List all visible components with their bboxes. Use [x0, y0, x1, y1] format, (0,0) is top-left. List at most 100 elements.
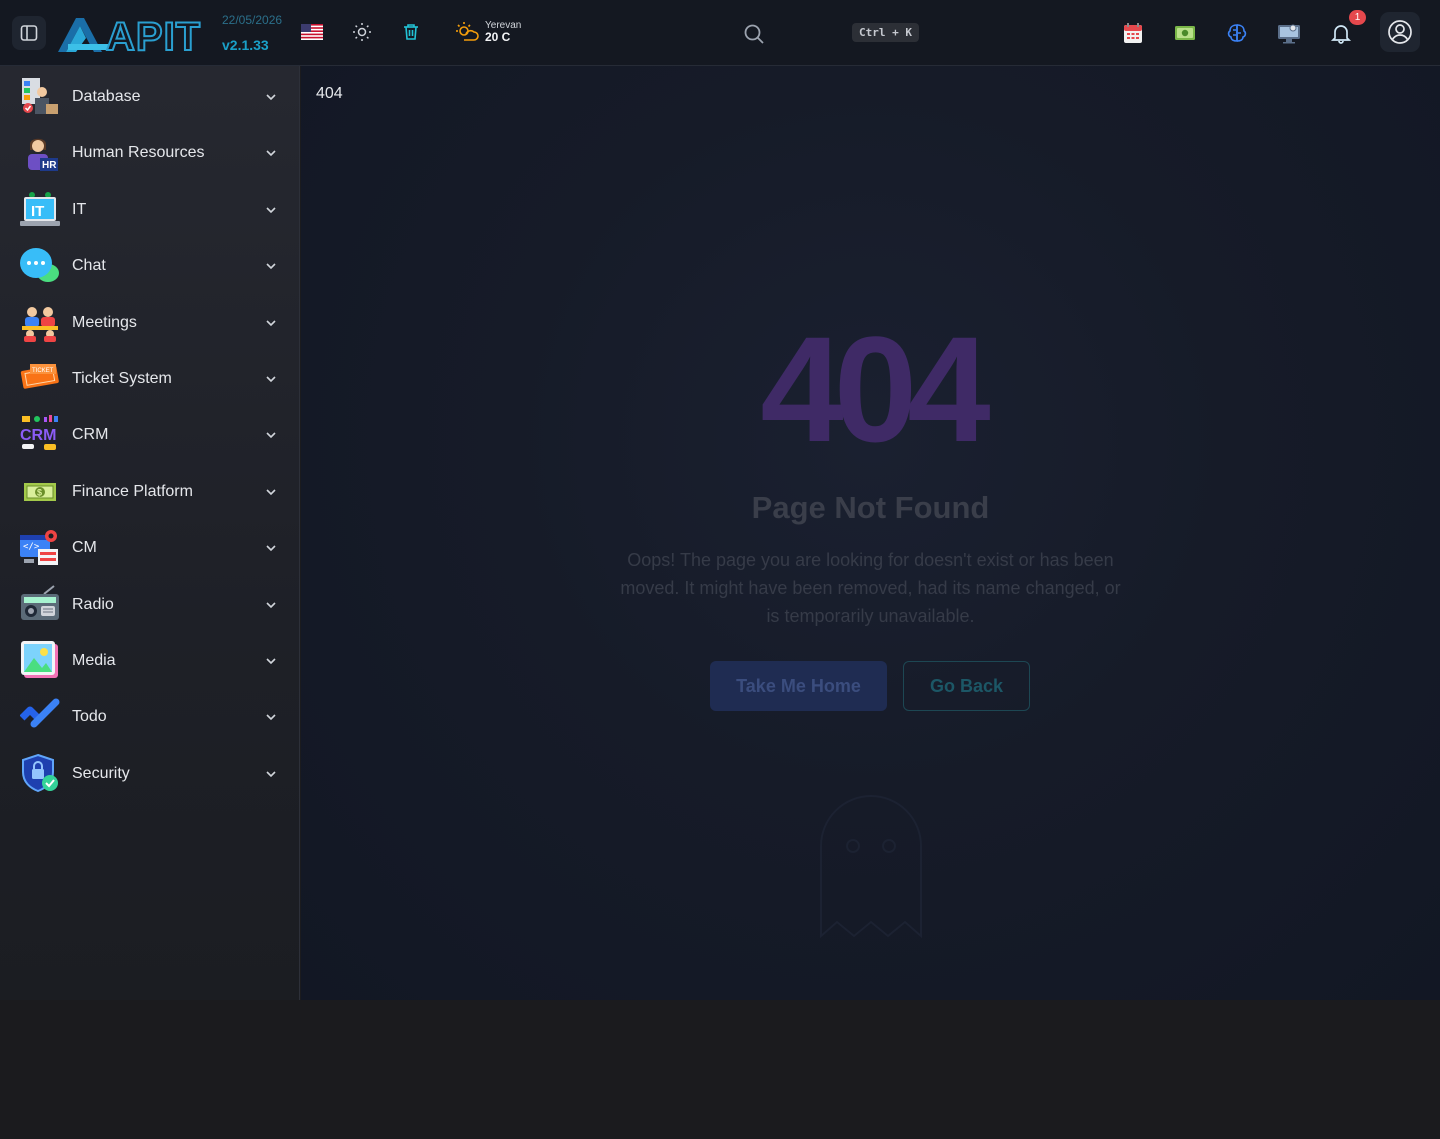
- chevron-down-icon: [266, 658, 276, 665]
- us-flag-icon: [301, 24, 323, 40]
- sidebar-item-label: Chat: [72, 257, 106, 274]
- database-icon: [20, 76, 60, 116]
- chevron-down-icon: [266, 545, 276, 552]
- svg-text:TICKET: TICKET: [32, 368, 54, 374]
- user-icon: [1388, 20, 1412, 44]
- chevron-down-icon: [266, 376, 276, 383]
- sidebar-item-label: CM: [72, 539, 97, 556]
- chevron-down-icon: [266, 94, 276, 101]
- breadcrumb: 404: [316, 85, 343, 102]
- sidebar: Database HR Human Resources IT IT Chat M…: [0, 66, 300, 1000]
- finance-icon: $: [20, 471, 60, 511]
- svg-text:$: $: [37, 488, 42, 498]
- chevron-down-icon: [266, 320, 276, 327]
- page-footer-area: [0, 1000, 1440, 1139]
- sidebar-item-label: Human Resources: [72, 144, 205, 161]
- sidebar-toggle-icon: [20, 25, 38, 41]
- top-bar: APIT 22/05/2026 v2.1.33 Yerevan 20 C Ctr…: [0, 0, 1440, 66]
- sidebar-item-todo[interactable]: Todo: [0, 688, 300, 744]
- sidebar-item-security[interactable]: Security: [0, 745, 300, 801]
- svg-text:CRM: CRM: [20, 427, 56, 444]
- svg-text:HR: HR: [42, 160, 57, 171]
- todo-icon: [20, 696, 60, 736]
- bell-icon: [1330, 25, 1352, 44]
- search-shortcut: Ctrl + K: [852, 23, 919, 42]
- ticket-icon: TICKET: [20, 358, 60, 398]
- search-button[interactable]: [740, 20, 768, 48]
- chevron-down-icon: [266, 207, 276, 214]
- notifications-button[interactable]: [1328, 20, 1354, 46]
- crm-icon: CRM: [20, 414, 60, 454]
- sidebar-item-media[interactable]: Media: [0, 632, 300, 688]
- calendar-button[interactable]: [1120, 20, 1146, 46]
- ghost-illustration: [820, 795, 922, 939]
- sidebar-item-label: Ticket System: [72, 370, 172, 387]
- hr-icon: HR: [20, 132, 60, 172]
- finance-shortcut-button[interactable]: [1172, 20, 1198, 46]
- monitor-icon: [1278, 24, 1300, 44]
- trash-icon: [404, 24, 418, 40]
- sidebar-item-label: Media: [72, 652, 116, 669]
- weather-temperature: 20 C: [485, 30, 511, 44]
- sidebar-item-label: Todo: [72, 708, 107, 725]
- user-menu-button[interactable]: [1380, 12, 1420, 52]
- svg-text:IT: IT: [31, 203, 44, 220]
- monitoring-button[interactable]: [1276, 20, 1302, 46]
- sidebar-item-label: Radio: [72, 596, 114, 613]
- sidebar-item-database[interactable]: Database: [0, 68, 300, 124]
- media-icon: [20, 640, 60, 680]
- sidebar-item-label: Security: [72, 765, 130, 782]
- sidebar-item-crm[interactable]: CRM CRM: [0, 406, 300, 462]
- sidebar-item-label: Finance Platform: [72, 483, 193, 500]
- weather-icon: [456, 22, 479, 41]
- page-title: Page Not Found: [751, 490, 990, 525]
- error-description: Oops! The page you are looking for doesn…: [620, 550, 1121, 626]
- calendar-icon: [1124, 23, 1142, 43]
- it-icon: IT: [20, 189, 60, 229]
- sidebar-item-ticket-system[interactable]: TICKET Ticket System: [0, 350, 300, 406]
- meetings-icon: [20, 302, 60, 342]
- logo-text: APIT: [106, 15, 201, 54]
- app-version: v2.1.33: [222, 37, 269, 53]
- chat-icon: [20, 245, 60, 285]
- sidebar-item-chat[interactable]: Chat: [0, 237, 300, 293]
- chevron-down-icon: [266, 714, 276, 721]
- app-logo[interactable]: APIT: [56, 14, 216, 54]
- search-icon: [744, 24, 764, 44]
- current-date: 22/05/2026: [222, 13, 283, 27]
- sidebar-item-label: CRM: [72, 426, 109, 443]
- chevron-down-icon: [266, 771, 276, 778]
- sidebar-item-radio[interactable]: Radio: [0, 576, 300, 632]
- money-icon: [1175, 26, 1195, 40]
- sidebar-item-label: Database: [72, 88, 141, 105]
- svg-text:</>: </>: [23, 542, 40, 552]
- sidebar-item-meetings[interactable]: Meetings: [0, 294, 300, 350]
- sidebar-toggle-button[interactable]: [12, 16, 46, 50]
- sun-icon: [353, 23, 371, 41]
- ai-assistant-button[interactable]: [1224, 20, 1250, 46]
- notification-badge: 1: [1349, 10, 1366, 25]
- language-button[interactable]: [301, 24, 323, 40]
- sidebar-item-cm[interactable]: </> CM: [0, 519, 300, 575]
- chevron-down-icon: [266, 602, 276, 609]
- main-content: 404 404 Page Not Found Oops! The page yo…: [301, 66, 1440, 1000]
- sidebar-item-human-resources[interactable]: HR Human Resources: [0, 124, 300, 180]
- error-code: 404: [760, 305, 990, 473]
- radio-icon: [20, 584, 60, 624]
- chevron-down-icon: [266, 432, 276, 439]
- take-me-home-button[interactable]: Take Me Home: [710, 661, 887, 711]
- brain-icon: [1227, 24, 1247, 42]
- sidebar-item-finance-platform[interactable]: $ Finance Platform: [0, 463, 300, 519]
- theme-toggle-button[interactable]: [350, 20, 374, 44]
- security-icon: [20, 753, 60, 793]
- cm-icon: </>: [20, 527, 60, 567]
- sidebar-item-it[interactable]: IT IT: [0, 181, 300, 237]
- sidebar-item-label: Meetings: [72, 314, 137, 331]
- clear-cache-button[interactable]: [399, 20, 423, 44]
- chevron-down-icon: [266, 263, 276, 270]
- go-back-button[interactable]: Go Back: [903, 661, 1030, 711]
- chevron-down-icon: [266, 150, 276, 157]
- sidebar-item-label: IT: [72, 201, 87, 218]
- weather-widget[interactable]: [454, 20, 480, 46]
- chevron-down-icon: [266, 489, 276, 496]
